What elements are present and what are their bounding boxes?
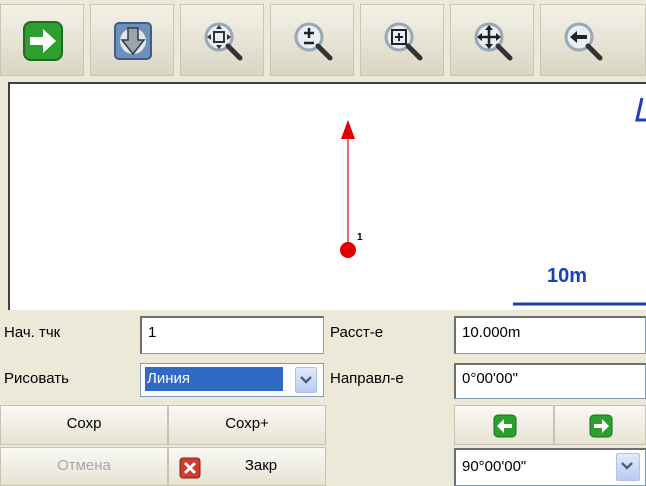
green-arrow-right-icon — [589, 414, 613, 438]
rotate-right-button[interactable] — [554, 405, 646, 445]
north-arrow-icon — [635, 97, 646, 122]
save-plus-button[interactable]: Сохр+ — [168, 405, 326, 445]
zoom-previous-icon — [564, 22, 603, 61]
zoom-pan-icon — [474, 22, 513, 61]
angle-selected-value: 90°00'00" — [462, 458, 527, 475]
zoom-plus-minus-icon — [294, 22, 333, 61]
draw-type-select[interactable]: Линия — [140, 363, 324, 397]
direction-label: Направл-е — [330, 370, 404, 387]
green-arrow-left-icon — [493, 414, 517, 438]
close-button-label: Закр — [244, 457, 278, 474]
toolbar-zoom-extents-button[interactable] — [180, 4, 264, 76]
toolbar-pan-button[interactable] — [450, 4, 534, 76]
start-point-marker — [340, 242, 356, 258]
zoom-extents-icon — [204, 22, 243, 61]
cancel-button[interactable]: Отмена — [0, 447, 168, 486]
point-number-label: 1 — [357, 232, 363, 243]
toolbar-zoom-previous-button[interactable] — [540, 4, 646, 76]
toolbar-download-button[interactable] — [90, 4, 174, 76]
download-arrow-icon — [114, 22, 152, 60]
save-plus-button-label: Сохр+ — [225, 415, 269, 432]
map-canvas: 1 10m — [340, 97, 646, 306]
angle-dropdown-button[interactable] — [616, 453, 640, 481]
green-arrow-right-icon — [23, 21, 63, 61]
map-view[interactable]: 1 10m — [8, 82, 646, 310]
direction-input[interactable]: 0°00'00" — [454, 363, 646, 399]
save-button[interactable]: Сохр — [0, 405, 168, 445]
chevron-down-icon — [621, 462, 633, 470]
toolbar-forward-button[interactable] — [0, 4, 84, 76]
rotate-left-button[interactable] — [454, 405, 554, 445]
save-button-label: Сохр — [66, 415, 102, 432]
start-point-label: Нач. тчк — [4, 324, 61, 341]
cancel-button-label: Отмена — [57, 457, 111, 474]
start-point-input[interactable]: 1 — [140, 316, 324, 354]
draw-type-selected-value: Линия — [145, 367, 283, 391]
draw-label: Рисовать — [4, 370, 69, 387]
distance-label: Расст-е — [330, 324, 384, 341]
close-icon — [179, 457, 201, 479]
zoom-window-icon — [384, 22, 423, 61]
chevron-down-icon — [300, 376, 312, 384]
distance-input[interactable]: 10.000m — [454, 316, 646, 354]
toolbar — [0, 0, 646, 82]
scale-bar-label: 10m — [547, 265, 587, 287]
direction-arrow-icon — [341, 120, 355, 139]
close-button[interactable]: Закр — [168, 447, 326, 486]
toolbar-zoom-window-button[interactable] — [360, 4, 444, 76]
toolbar-zoom-in-out-button[interactable] — [270, 4, 354, 76]
draw-type-dropdown-button[interactable] — [295, 367, 317, 393]
